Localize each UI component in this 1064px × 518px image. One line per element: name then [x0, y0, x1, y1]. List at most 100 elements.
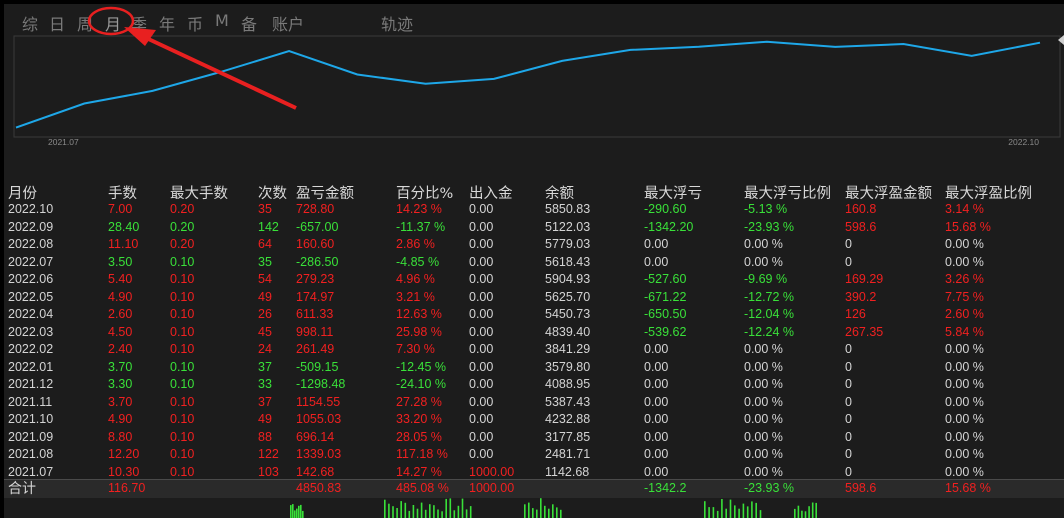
cell-max_float_loss_pct: 0.00 %	[744, 237, 783, 251]
cell-count: 35	[258, 254, 272, 269]
cell-max_float_profit: 598.6	[845, 219, 877, 234]
cell-max_float_loss_pct: -12.72 %	[744, 289, 795, 304]
cell-lots: 5.40	[108, 272, 133, 286]
cell-max_lots: 0.10	[170, 272, 195, 286]
column-header: 出入金	[469, 186, 513, 202]
cell-max_float_profit: 0	[845, 377, 852, 391]
cell-io: 0.00	[469, 359, 494, 374]
cell-month: 2022.03	[8, 324, 54, 339]
highlight-circle	[87, 6, 135, 36]
scroll-left-icon[interactable]	[1058, 32, 1064, 45]
cell-pnl: -509.15	[296, 359, 339, 374]
cell-count: 88	[258, 429, 272, 444]
cell-lots: 2.60	[108, 307, 133, 321]
column-header: 百分比%	[396, 186, 454, 202]
total-max-float-loss-pct: -23.93 %	[744, 481, 795, 495]
cell-lots: 3.70	[108, 394, 133, 409]
cell-balance: 5618.43	[545, 254, 591, 269]
volume-bar	[759, 510, 762, 518]
column-header: 余额	[545, 186, 574, 202]
cell-pnl: 611.33	[296, 307, 334, 321]
table-row[interactable]: 2022.08 11.10 0.20 64 160.60 2.86 % 0.00 5779.0…	[4, 236, 1064, 254]
cell-max_float_loss: -671.22	[644, 289, 687, 304]
total-max-float-profit-pct: 15.68 %	[945, 481, 991, 495]
cell-max_float_profit_pct: 0.00 %	[945, 394, 984, 409]
table-row[interactable]: 2022.10 7.00 0.20 35 728.80 14.23 % 0.00 5850.8…	[4, 201, 1064, 219]
cell-max_float_loss: -1342.20	[644, 219, 694, 234]
cell-io: 0.00	[469, 307, 494, 321]
table-row[interactable]: 2022.01 3.70 0.10 37 -509.15 -12.45 % 0.00 3579…	[4, 359, 1064, 377]
cell-io: 0.00	[469, 394, 494, 409]
cell-lots: 2.40	[108, 342, 133, 356]
cell-count: 33	[258, 377, 272, 391]
cell-pnl: 174.97	[296, 289, 335, 304]
cell-pnl: 261.49	[296, 342, 335, 356]
table-row[interactable]: 2022.05 4.90 0.10 49 174.97 3.21 % 0.00 5625.70…	[4, 289, 1064, 307]
cell-month: 2022.04	[8, 307, 54, 321]
cell-max_float_loss_pct: 0.00 %	[744, 342, 783, 356]
volume-bar	[729, 499, 732, 518]
volume-bar	[296, 508, 298, 518]
table-row[interactable]: 2021.08 12.20 0.10 122 1339.03 117.18 % 0.00 24…	[4, 446, 1064, 464]
volume-bar	[552, 504, 554, 518]
x-tick-label: 2021.07	[48, 137, 79, 147]
cell-max_float_loss_pct: -12.24 %	[744, 324, 795, 339]
column-header: 最大浮亏	[644, 186, 702, 202]
cell-max_float_profit_pct: 0.00 %	[945, 429, 984, 444]
table-row[interactable]: 2021.12 3.30 0.10 33 -1298.48 -24.10 % 0.00 408…	[4, 376, 1064, 394]
table-row[interactable]: 2022.06 5.40 0.10 54 279.23 4.96 % 0.00 5904.93…	[4, 271, 1064, 289]
cell-count: 35	[258, 202, 272, 216]
volume-bar	[437, 509, 439, 518]
cell-lots: 7.00	[108, 202, 133, 216]
cell-month: 2022.07	[8, 254, 54, 269]
volume-bar	[704, 501, 706, 518]
column-header: 最大手数	[170, 186, 228, 202]
cell-count: 64	[258, 237, 272, 251]
cell-max_float_profit_pct: 0.00 %	[945, 254, 984, 269]
cell-pct: 27.28 %	[396, 394, 442, 409]
table-row[interactable]: 2021.11 3.70 0.10 37 1154.55 27.28 % 0.00 5387.…	[4, 394, 1064, 412]
cell-max_float_profit: 0	[845, 412, 852, 426]
cell-pnl: 279.23	[296, 272, 335, 286]
cell-max_lots: 0.10	[170, 377, 195, 391]
table-row[interactable]: 2022.04 2.60 0.10 26 611.33 12.63 % 0.00 5450.7…	[4, 306, 1064, 324]
volume-bar	[290, 505, 292, 518]
cell-count: 26	[258, 307, 272, 321]
cell-month: 2021.11	[8, 394, 53, 409]
cell-count: 45	[258, 324, 272, 339]
cell-count: 37	[258, 394, 272, 409]
cell-max_float_loss: 0.00	[644, 447, 669, 461]
cell-lots: 12.20	[108, 447, 140, 461]
cell-balance: 5122.03	[545, 219, 591, 234]
cell-pct: 4.96 %	[396, 272, 435, 286]
cell-max_float_loss: 0.00	[644, 412, 669, 426]
cell-max_float_loss_pct: 0.00 %	[744, 377, 783, 391]
stats-panel: 综日周月季年币 M 备账户 轨迹 2021.07 2022.10 月份 手数 最大手数 次数盈…	[4, 4, 1064, 518]
table-row[interactable]: 2022.07 3.50 0.10 35 -286.50 -4.85 % 0.00 5618.…	[4, 254, 1064, 272]
volume-bar	[461, 498, 464, 518]
cell-max_float_profit: 0	[845, 237, 852, 251]
cell-pct: 14.23 %	[396, 202, 442, 216]
table-row[interactable]: 2022.03 4.50 0.10 45 998.11 25.98 % 0.00 4839.4…	[4, 324, 1064, 342]
balance-line	[15, 40, 1041, 129]
cell-balance: 5779.03	[545, 237, 591, 251]
cell-pnl: -286.50	[296, 254, 339, 269]
cell-pct: 12.63 %	[396, 307, 442, 321]
cell-io: 0.00	[469, 429, 494, 444]
column-header: 次数	[258, 186, 287, 202]
cell-io: 0.00	[469, 237, 494, 251]
cell-month: 2022.05	[8, 289, 54, 304]
cell-io: 0.00	[469, 342, 494, 356]
cell-max_float_profit_pct: 3.26 %	[945, 272, 984, 286]
table-row[interactable]: 2021.10 4.90 0.10 49 1055.03 33.20 % 0.00 4232.…	[4, 411, 1064, 429]
cell-count: 122	[258, 447, 279, 461]
cell-count: 142	[258, 219, 279, 234]
table-row[interactable]: 2021.09 8.80 0.10 88 696.14 28.05 % 0.00 3177.8…	[4, 429, 1064, 447]
cell-max_float_profit: 0	[845, 429, 852, 444]
cell-max_float_profit: 126	[845, 307, 866, 321]
cell-balance: 4088.95	[545, 377, 591, 391]
cell-max_float_loss: 0.00	[644, 359, 669, 374]
table-row[interactable]: 2022.02 2.40 0.10 24 261.49 7.30 % 0.00 3841.29…	[4, 341, 1064, 359]
total-label: 合计	[8, 480, 36, 496]
table-row[interactable]: 2022.09 28.40 0.20 142 -657.00 -11.37 % 0.00 51…	[4, 219, 1064, 237]
